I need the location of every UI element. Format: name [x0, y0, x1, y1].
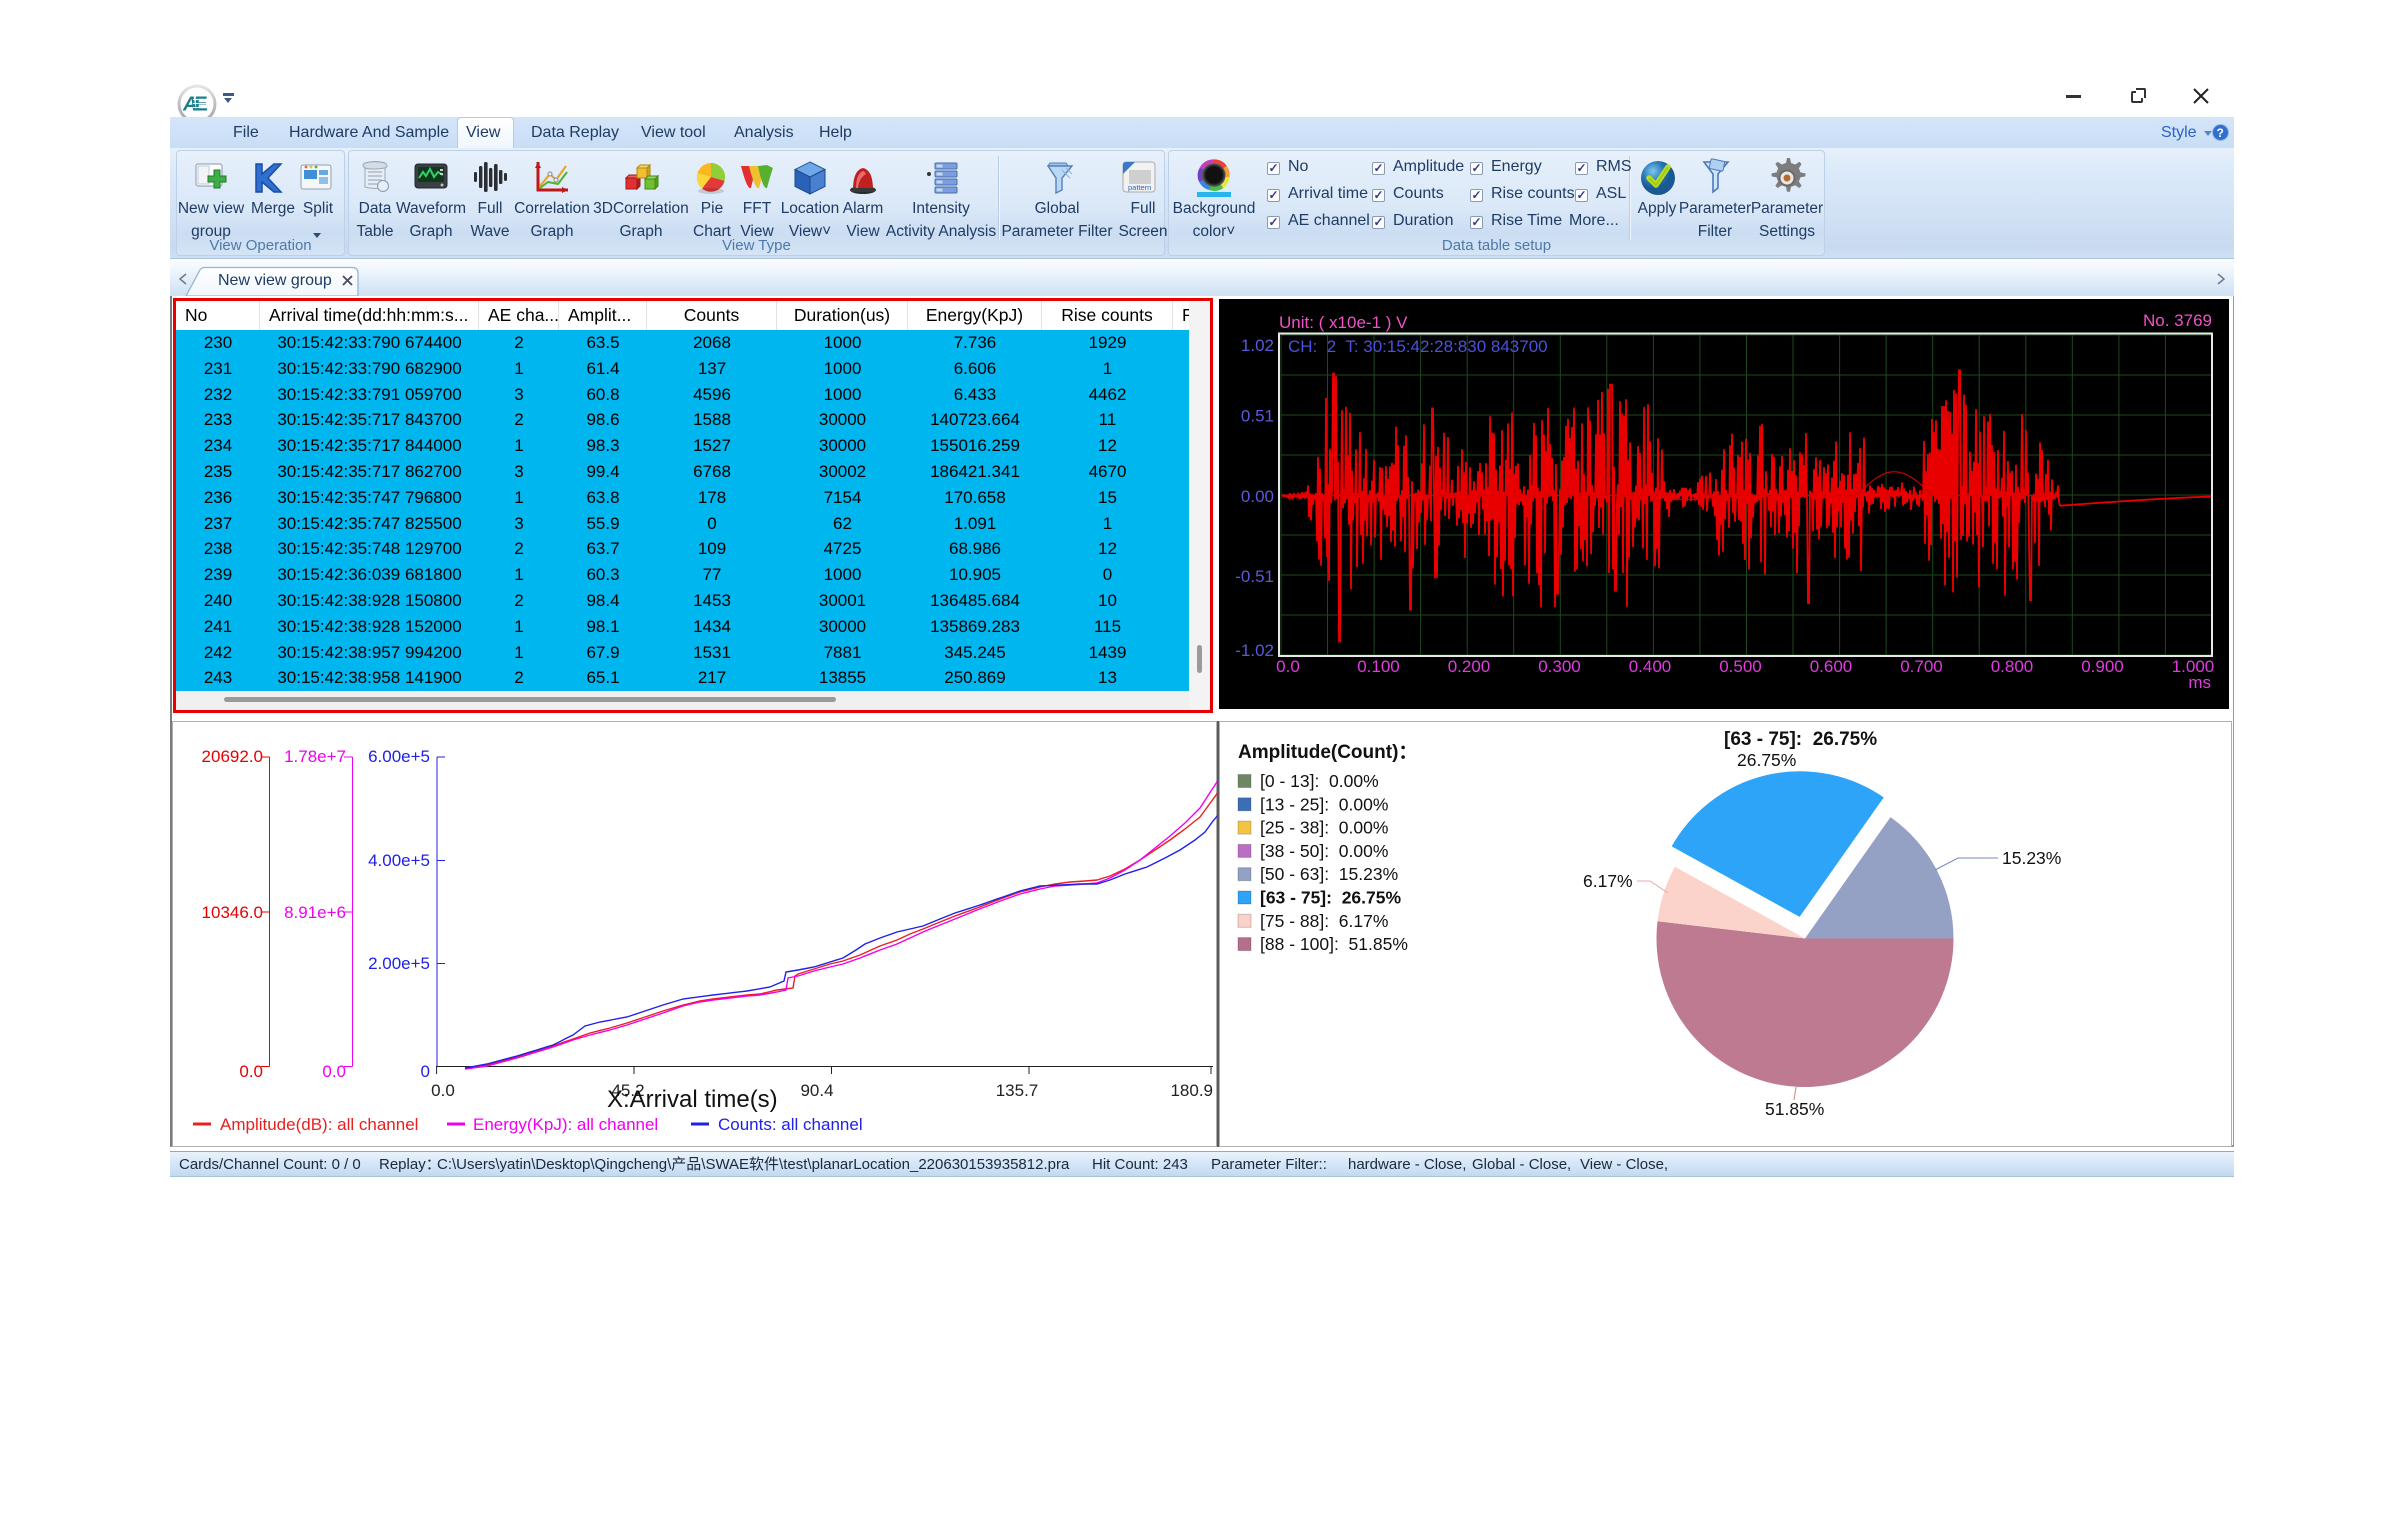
svg-text:0.500: 0.500: [1719, 657, 1762, 676]
svg-text:2.00e+5: 2.00e+5: [368, 954, 430, 973]
svg-text:6.00e+5: 6.00e+5: [368, 747, 430, 766]
svg-text:Unit: ( x10e-1 ) V: Unit: ( x10e-1 ) V: [1279, 313, 1408, 332]
svg-text:0.800: 0.800: [1991, 657, 2034, 676]
svg-text:51.85%: 51.85%: [1765, 1099, 1824, 1119]
svg-text:0.400: 0.400: [1629, 657, 1672, 676]
svg-text:No. 3769: No. 3769: [2143, 311, 2212, 330]
svg-text:[75 - 88]: 6.17%: [75 - 88]: 6.17%: [1260, 911, 1388, 931]
svg-text:pattern: pattern: [1128, 183, 1151, 192]
svg-text:10346.0: 10346.0: [202, 903, 263, 922]
svg-text:[88 - 100]: 51.85%: [88 - 100]: 51.85%: [1260, 934, 1408, 954]
svg-text:[0 - 13]: 0.00%: [0 - 13]: 0.00%: [1260, 771, 1379, 791]
svg-text:0.300: 0.300: [1538, 657, 1581, 676]
svg-text:[50 - 63]: 15.23%: [50 - 63]: 15.23%: [1260, 864, 1398, 884]
svg-text:20692.0: 20692.0: [202, 747, 263, 766]
svg-text:0.700: 0.700: [1900, 657, 1943, 676]
svg-text:0.100: 0.100: [1357, 657, 1400, 676]
svg-text:ms: ms: [2188, 673, 2211, 692]
svg-text:135.7: 135.7: [996, 1081, 1039, 1100]
svg-text:[63 - 75]: 26.75%: [63 - 75]: 26.75%: [1724, 729, 1877, 750]
svg-text:0.0: 0.0: [239, 1062, 263, 1081]
svg-text:1.78e+7: 1.78e+7: [284, 747, 346, 766]
svg-text:4.00e+5: 4.00e+5: [368, 851, 430, 870]
svg-text:-1.02: -1.02: [1235, 641, 1274, 660]
svg-text:15.23%: 15.23%: [2002, 848, 2061, 868]
svg-text:E: E: [195, 94, 208, 116]
svg-text:[63 - 75]: 26.75%: [63 - 75]: 26.75%: [1260, 888, 1401, 908]
svg-text:?: ?: [2217, 126, 2224, 140]
svg-text:0.200: 0.200: [1448, 657, 1491, 676]
svg-text:Counts: all channel: Counts: all channel: [718, 1115, 863, 1134]
svg-text:180.9: 180.9: [1170, 1081, 1213, 1100]
svg-text:[25 - 38]: 0.00%: [25 - 38]: 0.00%: [1260, 818, 1388, 838]
svg-text:26.75%: 26.75%: [1737, 750, 1796, 770]
svg-text:0.0: 0.0: [322, 1062, 346, 1081]
svg-text:0.51: 0.51: [1241, 406, 1274, 425]
svg-text:0.00: 0.00: [1241, 487, 1274, 506]
svg-text:Amplitude(dB): all channel: Amplitude(dB): all channel: [220, 1115, 418, 1134]
svg-text:90.4: 90.4: [800, 1081, 833, 1100]
svg-text:X:Arrival time(s): X:Arrival time(s): [607, 1086, 778, 1113]
svg-text:[38 - 50]: 0.00%: [38 - 50]: 0.00%: [1260, 841, 1388, 861]
svg-text:Energy(KpJ): all channel: Energy(KpJ): all channel: [473, 1115, 658, 1134]
svg-text:Amplitude(Count)：: Amplitude(Count)：: [1238, 742, 1417, 763]
svg-text:0.600: 0.600: [1810, 657, 1853, 676]
svg-text:6.17%: 6.17%: [1583, 871, 1633, 891]
svg-text:CH: 2 T: 30:15:42:28:830 843: CH: 2 T: 30:15:42:28:830 843700: [1288, 337, 1548, 356]
svg-text:0.900: 0.900: [2081, 657, 2124, 676]
svg-text:1.02: 1.02: [1241, 336, 1274, 355]
svg-text:-0.51: -0.51: [1235, 567, 1274, 586]
svg-text:0.0: 0.0: [1276, 657, 1300, 676]
svg-text:0: 0: [421, 1062, 430, 1081]
svg-text:0.0: 0.0: [431, 1081, 455, 1100]
svg-text:[13 - 25]: 0.00%: [13 - 25]: 0.00%: [1260, 794, 1388, 814]
svg-text:8.91e+6: 8.91e+6: [284, 903, 346, 922]
